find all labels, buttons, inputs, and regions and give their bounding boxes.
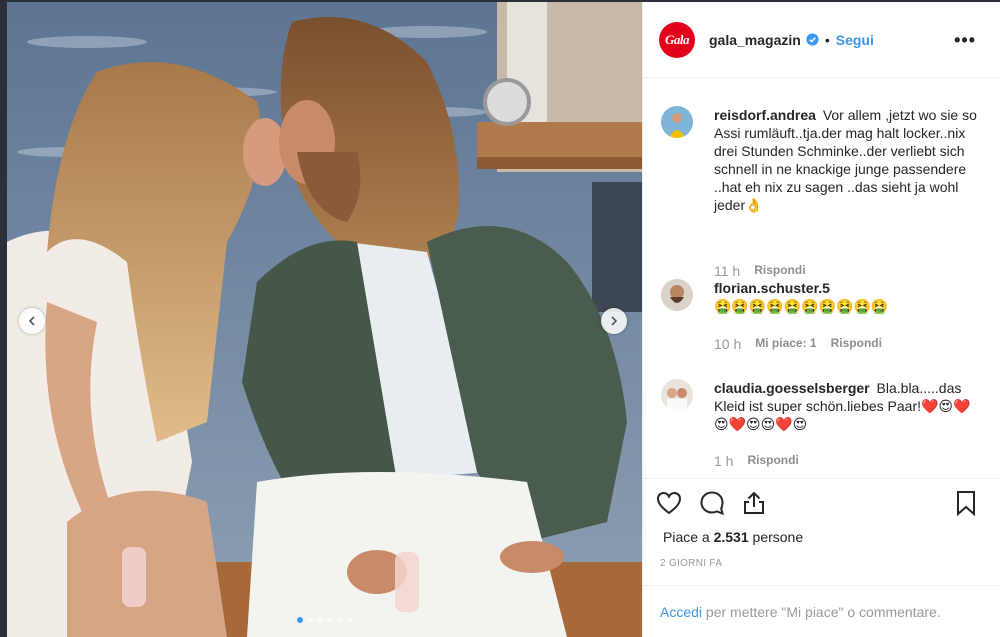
bookmark-icon[interactable] (952, 489, 980, 517)
carousel-dot (306, 617, 313, 623)
post-sidebar: Gala gala_magazin • Segui ••• reisdorf.a… (642, 2, 1000, 637)
comment-body: reisdorf.andrea Vor allem ,jetzt wo sie … (714, 106, 984, 214)
carousel-dot (346, 617, 353, 623)
post-actions: Piace a 2.531 persone 2 GIORNI FA Accedi… (643, 478, 1000, 637)
reply-button[interactable]: Rispondi (831, 336, 882, 352)
chevron-left-icon (28, 316, 35, 326)
commenter-avatar[interactable] (661, 106, 693, 138)
comment-time[interactable]: 1 h (714, 453, 733, 469)
likes-summary[interactable]: Piace a 2.531 persone (663, 529, 803, 545)
chevron-right-icon (611, 316, 618, 326)
commenter-username[interactable]: florian.schuster.5 (714, 280, 830, 296)
comment-body: claudia.goesselsberger Bla.bla.....das K… (714, 379, 984, 433)
carousel-dot (296, 617, 303, 623)
likes-suffix: persone (748, 529, 804, 545)
comment-meta: 1 h Rispondi (714, 453, 799, 469)
carousel-dot (326, 617, 333, 623)
commenter-avatar[interactable] (661, 279, 693, 311)
comment-time[interactable]: 11 h (714, 263, 740, 279)
login-link[interactable]: Accedi (660, 604, 702, 620)
login-prompt: Accedi per mettere "Mi piace" o commenta… (643, 585, 1000, 637)
photo-illustration (7, 2, 642, 637)
comment-text: 🤮🤮🤮🤮🤮🤮🤮🤮🤮🤮 (714, 298, 889, 314)
carousel-dot (316, 617, 323, 623)
comment-meta: 11 h Rispondi (714, 263, 806, 279)
post-header: Gala gala_magazin • Segui ••• (643, 2, 1000, 78)
next-slide-button[interactable] (601, 308, 627, 334)
separator-dot: • (824, 31, 830, 48)
reply-button[interactable]: Rispondi (754, 263, 805, 279)
post-photo[interactable] (7, 2, 642, 637)
comment-time[interactable]: 10 h (714, 336, 741, 352)
carousel-indicator (7, 617, 642, 623)
follow-button[interactable]: Segui (836, 32, 874, 48)
commenter-username[interactable]: reisdorf.andrea (714, 107, 816, 123)
verified-badge-icon (806, 33, 819, 46)
likes-count: 2.531 (713, 529, 749, 545)
likes-prefix: Piace a (663, 529, 714, 545)
brand-logo-text: Gala (665, 31, 690, 47)
commenter-avatar[interactable] (661, 379, 693, 411)
comment-list: reisdorf.andrea Vor allem ,jetzt wo sie … (643, 79, 1000, 479)
previous-slide-button[interactable] (19, 308, 45, 334)
comment-meta: 10 h Mi piace: 1 Rispondi (714, 336, 882, 352)
login-prompt-text: per mettere "Mi piace" o commentare. (702, 604, 941, 620)
comment-likes-count[interactable]: Mi piace: 1 (755, 336, 816, 352)
profile-avatar[interactable]: Gala (659, 21, 695, 58)
post-timestamp[interactable]: 2 GIORNI FA (660, 558, 722, 569)
share-icon[interactable] (740, 489, 768, 517)
commenter-username[interactable]: claudia.goesselsberger (714, 380, 870, 396)
reply-button[interactable]: Rispondi (747, 453, 798, 469)
carousel-dot (336, 617, 343, 623)
more-options-icon[interactable]: ••• (954, 31, 976, 49)
comment-icon[interactable] (698, 489, 726, 517)
heart-icon[interactable] (655, 489, 683, 517)
comment-body: florian.schuster.5 🤮🤮🤮🤮🤮🤮🤮🤮🤮🤮 (714, 279, 984, 315)
username-link[interactable]: gala_magazin (709, 32, 801, 48)
